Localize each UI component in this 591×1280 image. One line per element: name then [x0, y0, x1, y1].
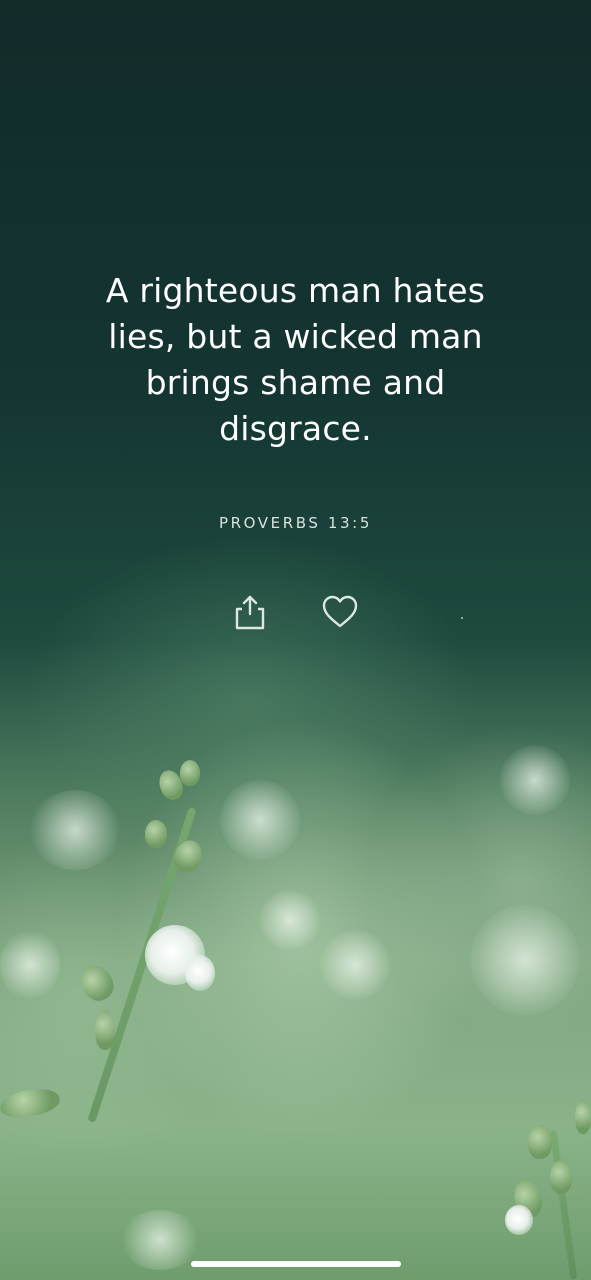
verse-text: A righteous man hates lies, but a wicked…	[105, 271, 486, 448]
decorative-dot	[461, 617, 463, 619]
heart-icon	[322, 595, 358, 628]
share-button[interactable]	[230, 592, 270, 632]
verse-reference: PROVERBS 13:5	[219, 514, 372, 532]
verse-screen: A righteous man hates lies, but a wicked…	[0, 0, 591, 1280]
share-icon	[235, 595, 265, 630]
verse-actions	[0, 592, 591, 632]
favorite-button[interactable]	[320, 592, 360, 632]
home-indicator[interactable]	[191, 1261, 401, 1267]
